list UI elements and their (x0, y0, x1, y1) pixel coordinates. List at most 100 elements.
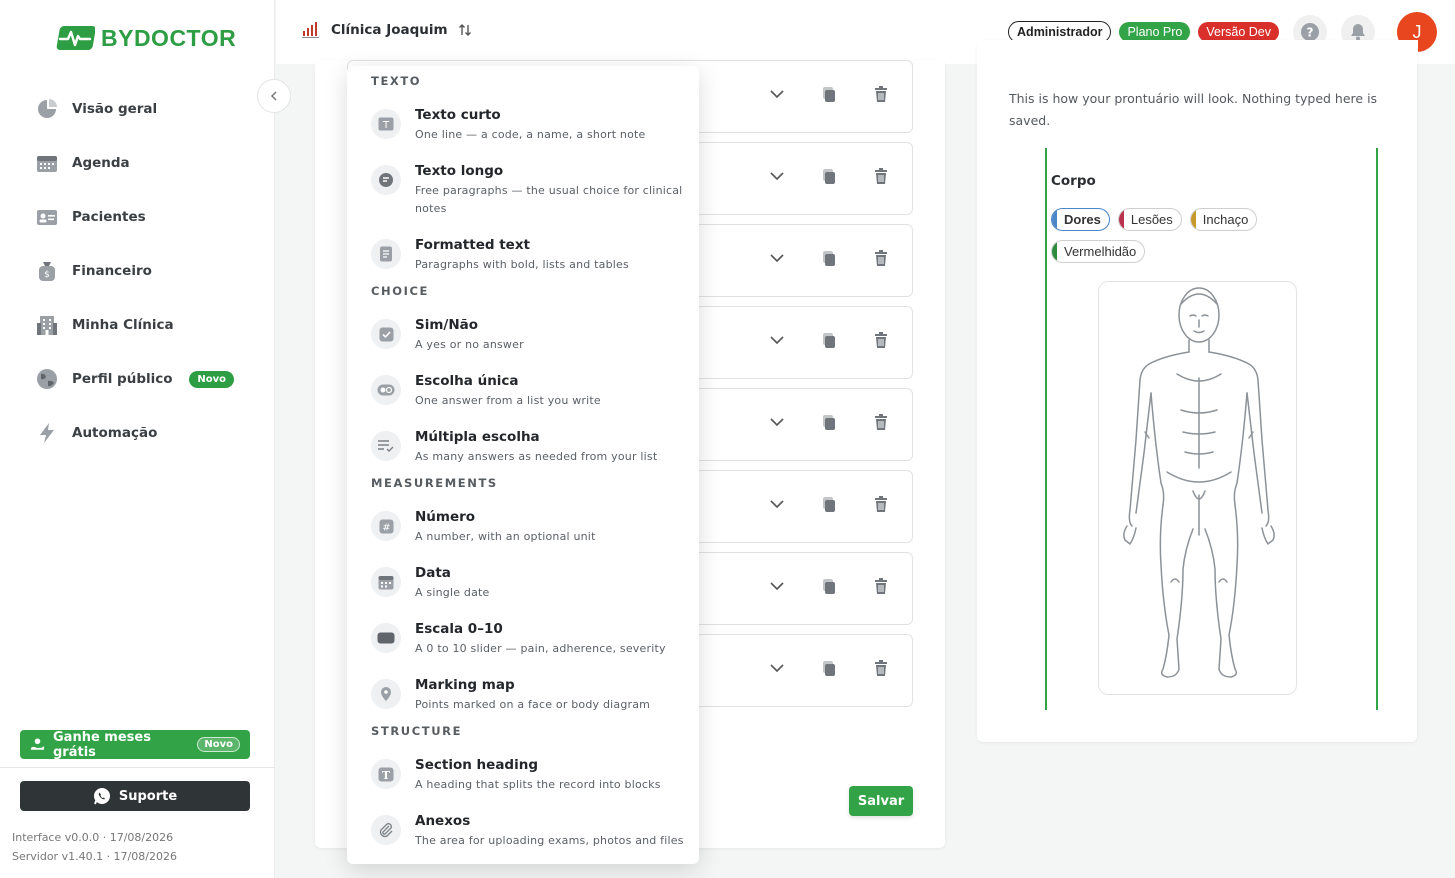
save-button[interactable]: Salvar (849, 786, 913, 816)
money-bag-icon: $ (36, 260, 58, 282)
menu-item-title: Anexos (415, 813, 471, 829)
bell-icon (1351, 24, 1365, 41)
trash-icon[interactable] (872, 85, 890, 103)
chip-dores[interactable]: Dores (1051, 208, 1110, 231)
preview-description: This is how your prontuário will look. N… (1009, 91, 1378, 128)
menu-item-title: Section heading (415, 757, 538, 773)
menu-item-multipla-escolha[interactable]: Múltipla escolha As many answers as neede… (371, 426, 691, 466)
clinic-logo-icon (302, 22, 319, 38)
trash-icon[interactable] (872, 331, 890, 349)
brand-name: BYDOCTOR (101, 24, 237, 51)
server-version: Servidor v1.40.1 · 17/08/2026 (12, 850, 177, 863)
menu-item-texto-longo[interactable]: Texto longo Free paragraphs — the usual c… (371, 160, 691, 218)
brand-logo[interactable]: BYDOCTOR (55, 22, 236, 54)
copy-icon[interactable] (820, 85, 838, 103)
copy-icon[interactable] (820, 167, 838, 185)
menu-item-formatted-text[interactable]: Formatted text Paragraphs with bold, list… (371, 234, 691, 274)
support-label: Suporte (118, 788, 178, 804)
copy-icon[interactable] (820, 495, 838, 513)
text-t-icon: T (371, 109, 401, 139)
free-months-promo-button[interactable]: Ganhe meses grátis Novo (20, 730, 250, 760)
menu-item-texto-curto[interactable]: T Texto curto One line — a code, a name, … (371, 104, 691, 144)
chevron-down-icon[interactable] (768, 331, 786, 349)
svg-text:T: T (382, 120, 390, 131)
trash-icon[interactable] (872, 167, 890, 185)
menu-item-title: Marking map (415, 677, 515, 693)
pie-chart-icon (36, 98, 58, 120)
sidebar-item-label: Pacientes (72, 209, 146, 225)
menu-item-desc: As many answers as needed from your list (415, 450, 658, 463)
calendar-icon (371, 567, 401, 597)
sidebar-item-pacientes[interactable]: Pacientes (36, 190, 256, 244)
trash-icon[interactable] (872, 249, 890, 267)
menu-item-anexos[interactable]: Anexos The area for uploading exams, phot… (371, 810, 691, 850)
paperclip-icon (371, 815, 401, 845)
menu-item-marking-map[interactable]: Marking map Points marked on a face or bo… (371, 674, 691, 714)
collapse-sidebar-button[interactable] (257, 79, 291, 113)
sidebar-item-label: Agenda (72, 155, 130, 171)
chevron-down-icon[interactable] (768, 167, 786, 185)
human-body-illustration (1123, 287, 1275, 678)
gift-hand-icon (30, 737, 45, 750)
chevron-down-icon[interactable] (768, 413, 786, 431)
sidebar-item-minha-clinica[interactable]: Minha Clínica (36, 298, 256, 352)
id-card-icon (36, 206, 58, 228)
copy-icon[interactable] (820, 659, 838, 677)
chevron-down-icon[interactable] (768, 249, 786, 267)
chip-lesoes[interactable]: Lesões (1117, 208, 1182, 231)
trash-icon[interactable] (872, 413, 890, 431)
field-type-menu: TEXTO T Texto curto One line — a code, a … (347, 66, 699, 864)
menu-item-title: Escala 0–10 (415, 621, 503, 637)
chevron-down-icon[interactable] (768, 577, 786, 595)
svg-text:?: ? (1307, 26, 1314, 40)
plan-badge[interactable]: Plano Pro (1119, 22, 1191, 42)
sidebar-item-visao-geral[interactable]: Visão geral (36, 82, 256, 136)
support-button[interactable]: Suporte (20, 781, 250, 811)
menu-item-sim-nao[interactable]: Sim/Não A yes or no answer (371, 314, 691, 354)
menu-item-escolha-unica[interactable]: Escolha única One answer from a list you … (371, 370, 691, 410)
chip-vermelhidao[interactable]: Vermelhidão (1051, 240, 1146, 263)
globe-icon (36, 368, 58, 390)
copy-icon[interactable] (820, 413, 838, 431)
sidebar-item-financeiro[interactable]: $ Financeiro (36, 244, 256, 298)
menu-item-title: Texto longo (415, 163, 504, 179)
menu-item-desc: One line — a code, a name, a short note (415, 128, 646, 141)
copy-icon[interactable] (820, 249, 838, 267)
version-badge: Versão Dev (1198, 22, 1279, 42)
copy-icon[interactable] (820, 331, 838, 349)
chip-inchaco[interactable]: Inchaço (1189, 208, 1258, 231)
preview-block-title: Corpo (1051, 173, 1096, 189)
chevron-down-icon[interactable] (768, 495, 786, 513)
chevron-down-icon[interactable] (768, 659, 786, 677)
sidebar-item-agenda[interactable]: Agenda (36, 136, 256, 190)
menu-item-title: Escolha única (415, 373, 519, 389)
switch-arrows-icon (458, 24, 471, 36)
body-diagram[interactable] (1098, 281, 1297, 695)
hash-icon: # (371, 511, 401, 541)
menu-item-title: Data (415, 565, 451, 581)
clinic-switcher[interactable]: Clínica Joaquim (301, 20, 472, 40)
checkbox-icon (371, 319, 401, 349)
menu-item-section-heading[interactable]: T Section heading A heading that splits t… (371, 754, 691, 794)
sidebar-divider (0, 767, 275, 768)
menu-item-escala-0-10[interactable]: Escala 0–10 A 0 to 10 slider — pain, adhe… (371, 618, 691, 658)
building-icon (36, 314, 58, 336)
trash-icon[interactable] (872, 659, 890, 677)
sidebar-item-perfil-publico[interactable]: Perfil público Novo (36, 352, 256, 406)
sidebar-item-automacao[interactable]: Automação (36, 406, 256, 460)
menu-item-title: Texto curto (415, 107, 501, 123)
chevron-down-icon[interactable] (768, 85, 786, 103)
menu-item-title: Formatted text (415, 237, 530, 253)
menu-item-data[interactable]: Data A single date (371, 562, 691, 602)
copy-icon[interactable] (820, 577, 838, 595)
document-icon (371, 239, 401, 269)
menu-item-numero[interactable]: # Número A number, with an optional unit (371, 506, 691, 546)
menu-item-desc: A single date (415, 586, 490, 599)
menu-item-desc: The area for uploading exams, photos and… (415, 834, 684, 847)
sidebar-item-label: Visão geral (72, 101, 158, 117)
trash-icon[interactable] (872, 577, 890, 595)
clinic-name: Clínica Joaquim (331, 22, 448, 38)
sidebar-item-label: Perfil público (72, 371, 173, 387)
menu-item-desc: A heading that splits the record into bl… (415, 778, 661, 791)
trash-icon[interactable] (872, 495, 890, 513)
